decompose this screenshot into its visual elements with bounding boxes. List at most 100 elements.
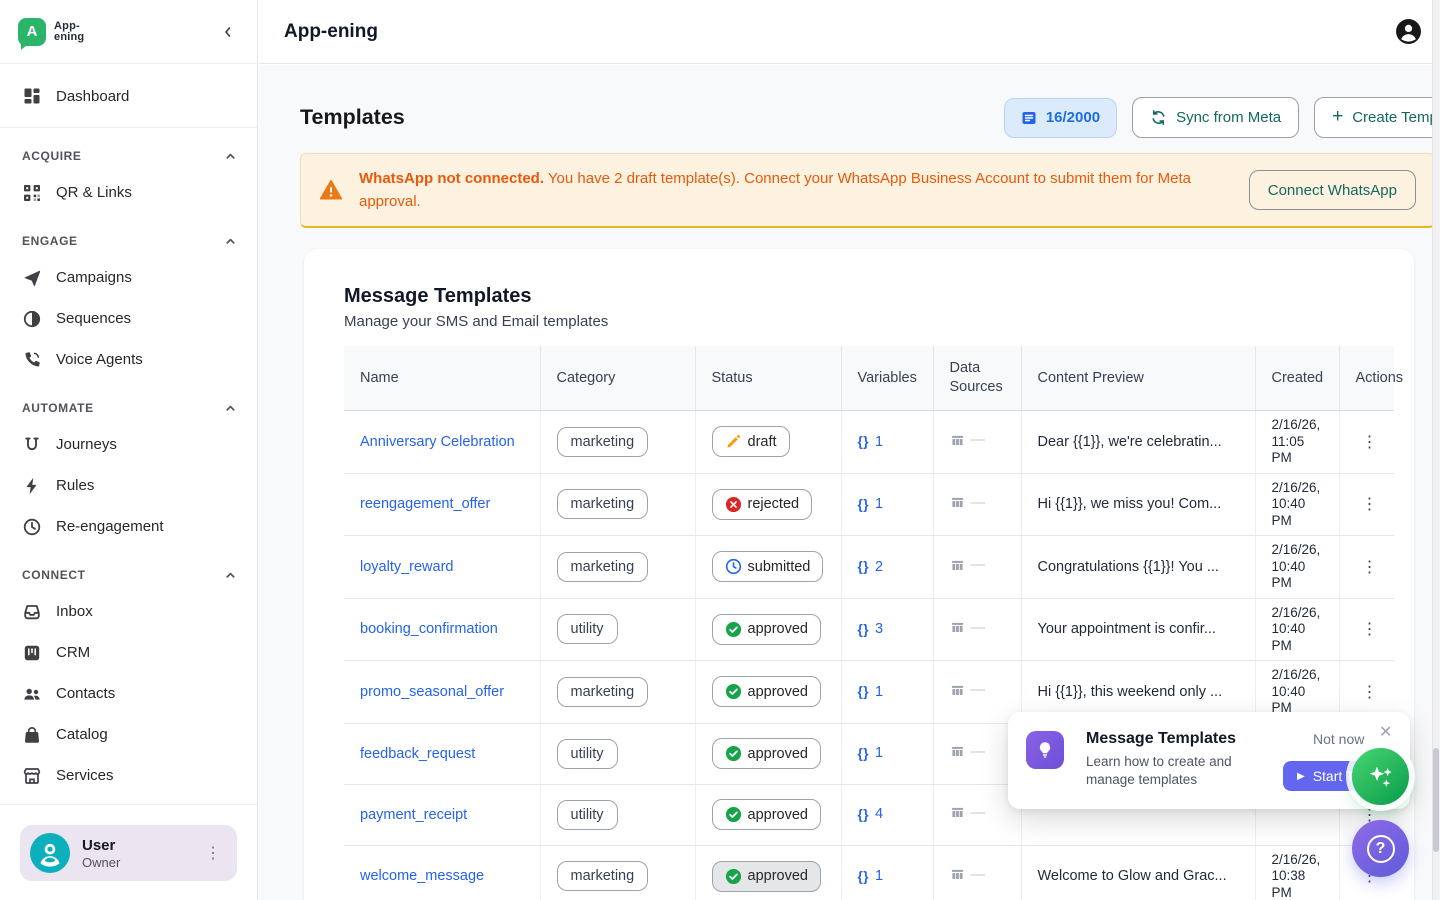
whatsapp-warning-banner: WhatsApp not connected. You have 2 draft… — [300, 153, 1435, 228]
connect-whatsapp-button[interactable]: Connect WhatsApp — [1249, 170, 1416, 210]
sidebar-item-qr-links[interactable]: QR & Links — [0, 172, 257, 213]
account-avatar-button[interactable] — [1395, 18, 1422, 45]
sidebar-item-sequences[interactable]: Sequences — [0, 298, 257, 339]
content-preview: Your appointment is confir... — [1021, 598, 1255, 661]
row-actions-button[interactable]: ⋮ — [1356, 617, 1384, 641]
template-name-link[interactable]: Anniversary Celebration — [360, 434, 515, 450]
person-circle-icon — [1395, 18, 1422, 45]
template-name-link[interactable]: payment_receipt — [360, 807, 467, 823]
content-preview: Welcome to Glow and Grac... — [1021, 845, 1255, 900]
sidebar-item-campaigns[interactable]: Campaigns — [0, 257, 257, 298]
sidebar-section-automate[interactable]: AUTOMATE — [0, 380, 257, 424]
sidebar-item-crm[interactable]: CRM — [0, 632, 257, 673]
template-name-link[interactable]: feedback_request — [360, 746, 475, 762]
user-card[interactable]: User Owner ⋮ — [20, 825, 237, 881]
chevron-up-icon — [224, 402, 237, 415]
bolt-icon — [22, 476, 42, 496]
user-menu-button[interactable]: ⋮ — [199, 843, 227, 863]
clock-icon — [22, 517, 42, 537]
template-row: Anniversary Celebration marketing draft … — [344, 411, 1394, 474]
category-badge: marketing — [557, 677, 649, 707]
status-badge: approved — [712, 799, 821, 830]
status-icon — [725, 745, 742, 762]
variables-count: {}1 — [858, 684, 884, 700]
dashboard-icon — [22, 86, 42, 106]
card-title: Message Templates — [344, 285, 1388, 308]
category-badge: marketing — [557, 552, 649, 582]
sidebar-item-label: Catalog — [56, 726, 108, 743]
template-quota-badge[interactable]: 16/2000 — [1004, 98, 1117, 138]
send-icon — [22, 268, 42, 288]
templates-table: Name Category Status Variables Data Sour… — [344, 346, 1394, 900]
table-columns-icon — [950, 620, 965, 635]
sidebar-item-journeys[interactable]: Journeys — [0, 424, 257, 465]
category-badge: utility — [557, 800, 618, 830]
sidebar-item-dashboard[interactable]: Dashboard — [0, 65, 257, 127]
sidebar-section-connect[interactable]: CONNECT — [0, 547, 257, 591]
section-label: AUTOMATE — [22, 401, 94, 415]
app-logo: A App- ening — [18, 18, 84, 46]
table-columns-icon — [950, 558, 965, 573]
template-name-link[interactable]: promo_seasonal_offer — [360, 684, 504, 700]
sidebar-nav: Dashboard ACQUIRE QR & Links ENGAGECampaig… — [0, 65, 257, 804]
row-actions-button[interactable]: ⋮ — [1356, 430, 1384, 454]
sidebar-item-contacts[interactable]: Contacts — [0, 673, 257, 714]
content-preview: Congratulations {{1}}! You ... — [1021, 536, 1255, 599]
sidebar-header: A App- ening — [0, 0, 257, 64]
ai-assistant-fab[interactable] — [1352, 748, 1409, 805]
refresh-icon — [1150, 109, 1167, 126]
sidebar-section-engage[interactable]: ENGAGE — [0, 213, 257, 257]
question-mark-icon: ? — [1367, 835, 1395, 863]
sidebar-item-label: Dashboard — [56, 88, 129, 105]
bag-icon — [22, 725, 42, 745]
sidebar-section-acquire[interactable]: ACQUIRE — [0, 128, 257, 172]
sidebar-item-rules[interactable]: Rules — [0, 465, 257, 506]
table-columns-icon — [950, 867, 965, 882]
sidebar-item-re-engagement[interactable]: Re-engagement — [0, 506, 257, 547]
sidebar-collapse-button[interactable] — [217, 21, 239, 43]
sidebar-item-catalog[interactable]: Catalog — [0, 714, 257, 755]
sidebar-item-inbox[interactable]: Inbox — [0, 591, 257, 632]
sparkles-icon — [1365, 761, 1397, 793]
data-sources-value: — — [950, 620, 986, 636]
status-icon — [725, 868, 742, 885]
create-template-button[interactable]: + Create Template — [1314, 97, 1440, 138]
not-now-button[interactable]: Not now — [1313, 731, 1364, 747]
scrollbar-thumb[interactable] — [1433, 748, 1439, 852]
section-label: ACQUIRE — [22, 149, 82, 163]
sidebar-item-services[interactable]: Services — [0, 755, 257, 796]
sidebar-item-label: Voice Agents — [56, 351, 143, 368]
row-actions-button[interactable]: ⋮ — [1356, 555, 1384, 579]
help-fab[interactable]: ? — [1352, 820, 1409, 877]
curly-braces-icon: {} — [858, 622, 870, 637]
variables-count: {}1 — [858, 745, 884, 761]
variables-count: {}3 — [858, 621, 884, 637]
status-badge: approved — [712, 861, 821, 892]
table-columns-icon — [950, 433, 965, 448]
sidebar-item-label: QR & Links — [56, 184, 132, 201]
table-header-row: Name Category Status Variables Data Sour… — [344, 346, 1394, 411]
row-actions-button[interactable]: ⋮ — [1356, 492, 1384, 516]
close-icon[interactable]: ✕ — [1379, 722, 1392, 742]
row-actions-button[interactable]: ⋮ — [1356, 680, 1384, 704]
sidebar-item-label: Journeys — [56, 436, 117, 453]
column-header-created: Created — [1255, 346, 1339, 411]
sync-from-meta-button[interactable]: Sync from Meta — [1132, 97, 1299, 138]
created-date: 2/16/26,10:40PM — [1255, 536, 1339, 599]
header-actions: 16/2000 Sync from Meta + Create Template — [1004, 97, 1440, 138]
popup-description: Learn how to create and manage templates — [1086, 753, 1266, 789]
sidebar-item-appointments[interactable]: Appointments — [0, 796, 257, 804]
variables-count: {}1 — [858, 434, 884, 450]
template-name-link[interactable]: booking_confirmation — [360, 621, 498, 637]
template-name-link[interactable]: loyalty_reward — [360, 559, 454, 575]
sidebar-item-label: CRM — [56, 644, 90, 661]
variables-count: {}1 — [858, 496, 884, 512]
template-row: booking_confirmation utility approved {}… — [344, 598, 1394, 661]
tour-popup: Message Templates Learn how to create an… — [1008, 712, 1410, 809]
sidebar-item-label: Sequences — [56, 310, 131, 327]
template-name-link[interactable]: reengagement_offer — [360, 496, 490, 512]
template-name-link[interactable]: welcome_message — [360, 868, 484, 884]
chevron-left-icon — [221, 25, 235, 39]
sidebar-item-voice-agents[interactable]: Voice Agents — [0, 339, 257, 380]
table-columns-icon — [950, 805, 965, 820]
